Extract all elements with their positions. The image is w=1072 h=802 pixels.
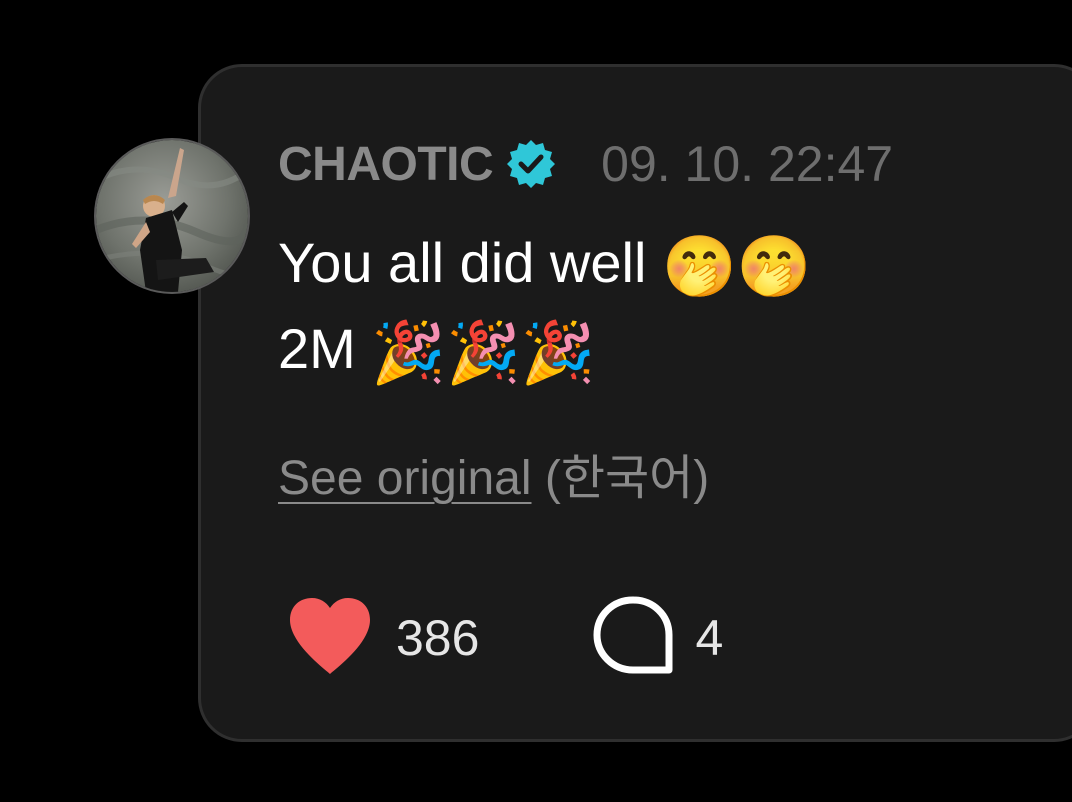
see-original-link[interactable]: See original — [278, 452, 532, 505]
translation-row: See original (한국어) — [278, 438, 709, 508]
comments-count: 4 — [695, 610, 724, 666]
post-timestamp: 09. 10. 22:47 — [601, 136, 894, 192]
likes-count: 386 — [396, 610, 480, 666]
avatar[interactable] — [94, 138, 250, 294]
avatar-photo — [96, 140, 248, 292]
speech-bubble-icon — [593, 596, 673, 681]
like-button[interactable]: 386 — [286, 596, 479, 681]
heart-icon — [286, 596, 374, 681]
original-language-label: (한국어) — [544, 452, 710, 505]
verified-badge-icon — [505, 138, 557, 190]
post-actions: 386 4 — [286, 596, 723, 680]
party-popper-emoji: 🎉🎉🎉 — [371, 318, 596, 389]
post-text-line-2: 2M 🎉🎉🎉 — [278, 308, 1038, 394]
post-text-line-1-text: You all did well — [278, 231, 647, 294]
post-text-line-2-text: 2M — [278, 317, 356, 381]
post-text-line-1: You all did well 🤭🤭 — [278, 222, 1038, 308]
comment-button[interactable]: 4 — [593, 596, 723, 681]
post-screen: CHAOTIC 09. 10. 22:47 You all did well 🤭… — [0, 0, 1072, 802]
username[interactable]: CHAOTIC — [278, 137, 494, 192]
post-header: CHAOTIC 09. 10. 22:47 — [278, 132, 893, 196]
post-body: You all did well 🤭🤭 2M 🎉🎉🎉 — [278, 222, 1038, 394]
hand-over-mouth-emoji: 🤭🤭 — [661, 232, 812, 303]
